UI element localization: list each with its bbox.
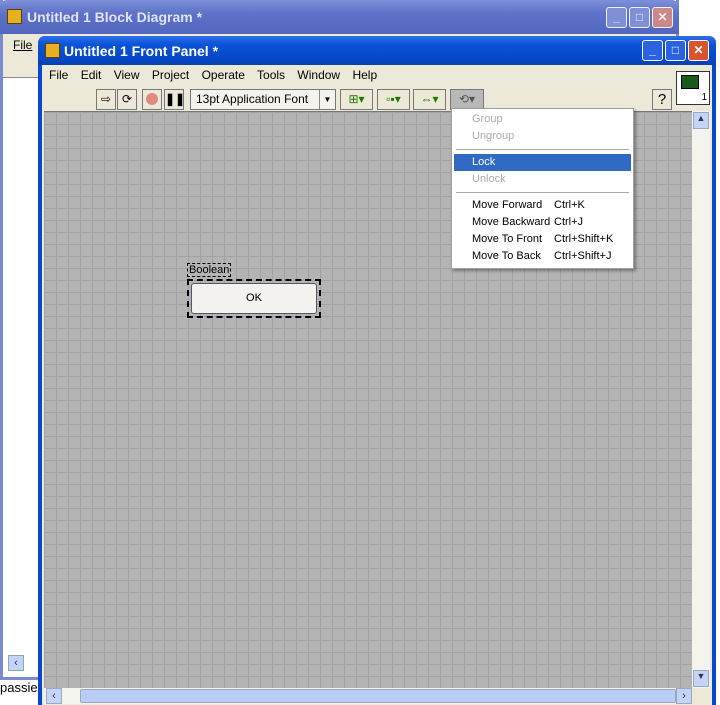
chevron-down-icon: ▼ [319, 90, 335, 109]
background-text: passie [0, 680, 38, 695]
menu-separator [456, 192, 629, 193]
maximize-button[interactable]: □ [665, 40, 686, 61]
ok-button-text: OK [191, 283, 317, 314]
reorder-button[interactable]: ⟲▾ [450, 89, 484, 110]
run-continuously-button[interactable]: ⟳ [117, 89, 137, 110]
close-button[interactable]: ✕ [652, 7, 673, 28]
menu-window[interactable]: Window [297, 68, 340, 82]
front-panel-menubar: File Edit View Project Operate Tools Win… [49, 68, 386, 82]
menu-project[interactable]: Project [152, 68, 189, 82]
block-diagram-titlebar[interactable]: Untitled 1 Block Diagram * _ □ ✕ [0, 0, 679, 34]
resize-objects-button[interactable]: ⇔▾ [413, 89, 446, 110]
menu-item-move-to-front[interactable]: Move To Front Ctrl+Shift+K [454, 231, 631, 248]
menu-edit[interactable]: Edit [81, 68, 102, 82]
minimize-button[interactable]: _ [642, 40, 663, 61]
boolean-label[interactable]: Boolean [187, 263, 232, 277]
block-diagram-title: Untitled 1 Block Diagram * [27, 9, 203, 25]
menu-operate[interactable]: Operate [202, 68, 245, 82]
labview-icon [7, 9, 22, 24]
pause-button[interactable]: ❚❚ [164, 89, 185, 110]
align-objects-button[interactable]: ⊞▾ [340, 89, 373, 110]
distribute-objects-button[interactable]: ▫▪▾ [377, 89, 410, 110]
menu-item-shortcut: Ctrl+Shift+K [554, 233, 614, 245]
menu-item-label: Group [472, 113, 503, 125]
maximize-button[interactable]: □ [629, 7, 650, 28]
menu-help[interactable]: Help [352, 68, 377, 82]
bd-scroll-left[interactable]: ‹ [8, 655, 24, 671]
reorder-menu: Group Ungroup Lock Unlock Move Forward Ctrl+K… [451, 108, 634, 269]
horizontal-scroll-thumb[interactable] [80, 689, 676, 703]
scroll-up-button[interactable]: ▲ [693, 112, 709, 129]
connector-pane-number: 1 [701, 92, 707, 103]
menu-item-move-backward[interactable]: Move Backward Ctrl+J [454, 214, 631, 231]
scroll-left-button[interactable]: ‹ [46, 688, 62, 704]
menu-item-label: Lock [472, 156, 496, 168]
vi-icon-pane[interactable]: 1 [676, 71, 710, 105]
menu-item-shortcut: Ctrl+Shift+J [554, 250, 612, 262]
menu-item-label: Move Forward [472, 199, 543, 211]
run-button[interactable]: ⇨ [96, 89, 116, 110]
close-button[interactable]: ✕ [688, 40, 709, 61]
menu-item-move-forward[interactable]: Move Forward Ctrl+K [454, 197, 631, 214]
boolean-ok-button[interactable]: OK [187, 279, 321, 318]
minimize-button[interactable]: _ [606, 7, 627, 28]
front-panel-title: Untitled 1 Front Panel * [64, 43, 219, 59]
menu-item-label: Move To Front [472, 233, 543, 245]
vertical-scrollbar[interactable]: ▲ ▼ [692, 111, 710, 688]
scroll-right-button[interactable]: › [676, 688, 692, 704]
labview-icon [45, 43, 60, 58]
abort-button[interactable] [142, 89, 162, 110]
menu-file[interactable]: File [49, 68, 68, 82]
menu-item-move-to-back[interactable]: Move To Back Ctrl+Shift+J [454, 248, 631, 265]
menu-item-label: Unlock [472, 173, 506, 185]
font-select[interactable]: 13pt Application Font ▼ [190, 89, 336, 110]
vi-icon [681, 75, 699, 89]
scroll-down-button[interactable]: ▼ [693, 670, 709, 687]
context-help-button[interactable]: ? [652, 89, 672, 110]
menu-item-group: Group [454, 111, 631, 128]
stop-icon [146, 93, 158, 105]
horizontal-scrollbar[interactable]: ‹ › [44, 688, 692, 704]
menu-item-label: Move To Back [472, 250, 541, 262]
menu-tools[interactable]: Tools [257, 68, 285, 82]
menu-item-ungroup: Ungroup [454, 128, 631, 145]
menu-separator [456, 149, 629, 150]
front-panel-titlebar[interactable]: Untitled 1 Front Panel * _ □ ✕ [38, 36, 716, 65]
menu-item-label: Move Backward [472, 216, 551, 228]
menu-item-shortcut: Ctrl+J [554, 216, 584, 228]
menu-view[interactable]: View [114, 68, 140, 82]
menu-item-shortcut: Ctrl+K [554, 199, 585, 211]
menu-file[interactable]: File [13, 38, 32, 52]
menu-item-label: Ungroup [472, 130, 515, 142]
menu-item-lock[interactable]: Lock [454, 154, 631, 171]
menu-item-unlock: Unlock [454, 171, 631, 188]
